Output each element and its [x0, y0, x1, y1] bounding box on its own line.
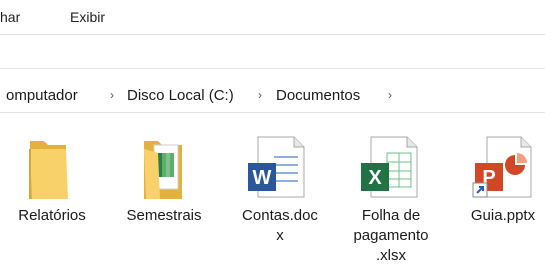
ribbon-divider — [0, 34, 545, 35]
excel-spreadsheet-icon: X — [341, 135, 441, 203]
ribbon-bottom-divider — [0, 68, 545, 69]
file-label: Relatórios — [18, 207, 86, 224]
folder-icon — [2, 135, 102, 203]
breadcrumb-item-disco-local[interactable]: Disco Local (C:) — [127, 87, 234, 104]
file-label: Folha de pagamento .xlsx — [353, 207, 429, 264]
breadcrumb[interactable]: omputador › Disco Local (C:) › Documento… — [0, 80, 545, 112]
tab-compartilhar[interactable]: har — [0, 9, 20, 25]
file-label: Contas.doc x — [242, 207, 318, 244]
breadcrumb-item-computador[interactable]: omputador — [6, 87, 78, 104]
svg-text:W: W — [253, 167, 272, 189]
folder-with-files-icon — [114, 135, 214, 203]
ribbon-tabs: har Exibir — [0, 0, 545, 34]
file-label: Semestrais — [126, 207, 202, 224]
word-document-icon: W — [230, 135, 330, 203]
file-label: Guia.pptx — [470, 207, 536, 224]
powerpoint-shortcut-icon: P — [453, 135, 545, 203]
svg-text:X: X — [368, 167, 382, 189]
breadcrumb-item-documentos[interactable]: Documentos — [276, 87, 360, 104]
address-divider — [0, 112, 545, 113]
chevron-right-icon[interactable]: › — [258, 88, 262, 102]
chevron-right-icon[interactable]: › — [110, 88, 114, 102]
tab-exibir[interactable]: Exibir — [70, 9, 105, 25]
chevron-right-icon[interactable]: › — [388, 88, 392, 102]
